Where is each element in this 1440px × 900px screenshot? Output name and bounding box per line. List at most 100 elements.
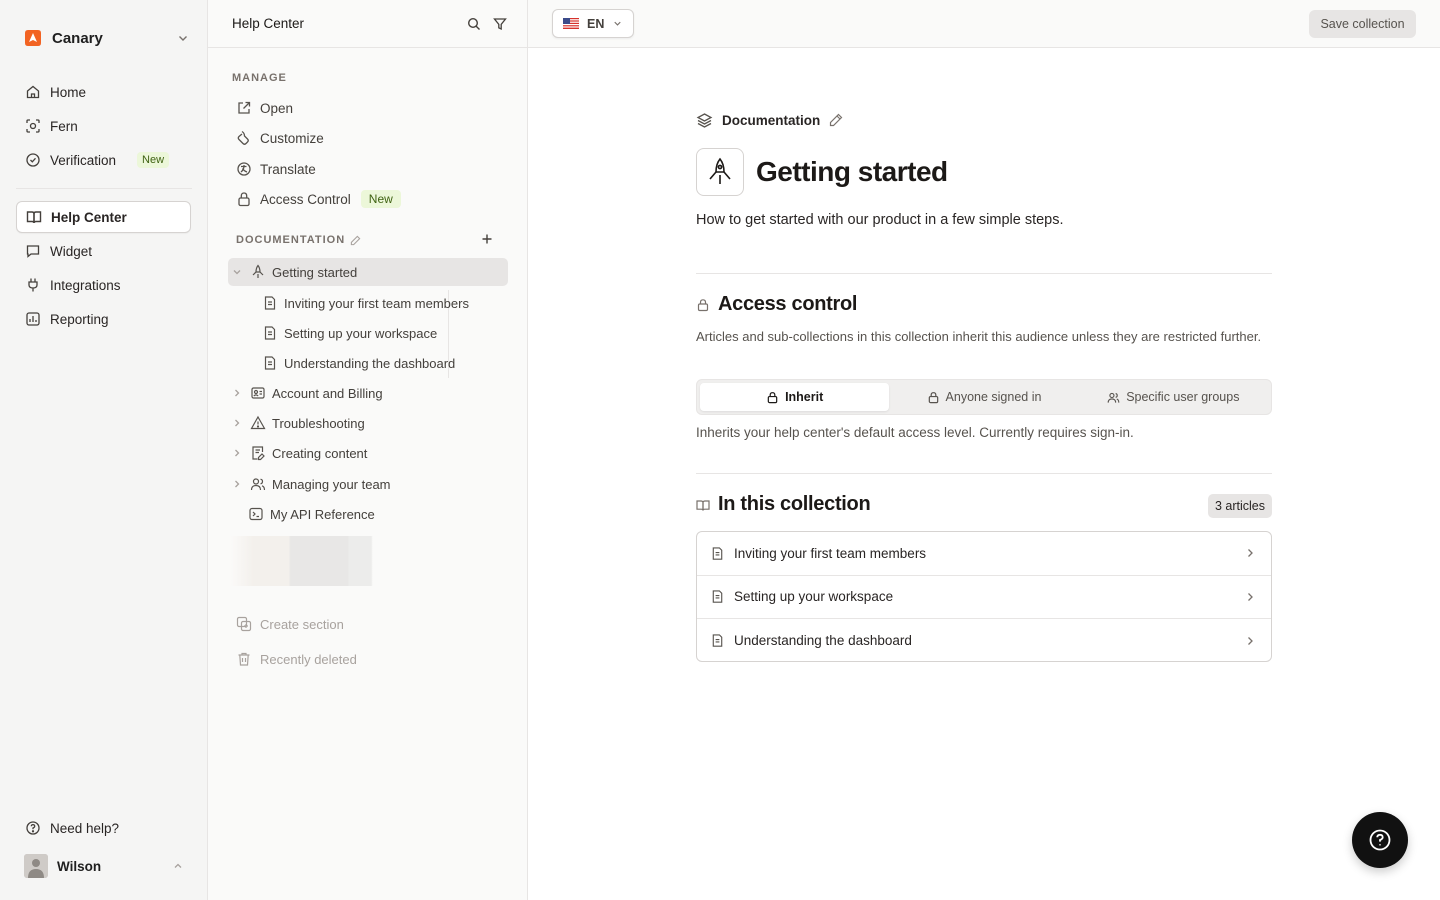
user-avatar-icon: [24, 854, 48, 878]
document-icon: [712, 547, 723, 560]
tree-article[interactable]: Inviting your first team members: [262, 289, 508, 317]
tree-api-reference[interactable]: My API Reference: [248, 500, 508, 528]
save-collection-button[interactable]: Save collection: [1309, 10, 1416, 38]
tree-collection-managing-team[interactable]: Managing your team: [228, 470, 508, 498]
canary-logo-icon: [25, 30, 41, 46]
id-card-icon: [251, 387, 265, 399]
tree-collection-troubleshooting[interactable]: Troubleshooting: [228, 409, 508, 437]
lock-icon: [697, 298, 709, 311]
pencil-icon[interactable]: [829, 113, 843, 127]
home-icon: [26, 85, 40, 99]
article-title: Inviting your first team members: [734, 545, 927, 561]
need-help-link[interactable]: Need help?: [16, 813, 191, 843]
nav-item-verification[interactable]: Verification New: [16, 145, 191, 175]
lock-icon: [767, 391, 778, 403]
external-link-icon: [238, 101, 251, 114]
lock-icon: [928, 391, 938, 403]
collection-contents-title: In this collection: [718, 493, 871, 515]
user-menu[interactable]: Wilson: [24, 854, 184, 878]
translate-icon: [237, 162, 251, 176]
document-icon: [264, 296, 276, 310]
nav-item-help-center[interactable]: Help Center: [16, 201, 191, 233]
nav-item-integrations[interactable]: Integrations: [16, 270, 191, 300]
tree-item-label: Account and Billing: [272, 385, 383, 401]
tree-item-label: Understanding the dashboard: [284, 355, 456, 371]
add-collection-button[interactable]: [480, 232, 494, 246]
collection-article-list: Inviting your first team members Setting…: [696, 531, 1272, 662]
collection-description[interactable]: How to get started with our product in a…: [696, 212, 1064, 228]
panel-title: Help Center: [232, 16, 305, 31]
manage-item-label: Open: [260, 100, 294, 116]
chevron-right-icon[interactable]: [230, 416, 244, 430]
users-icon: [1107, 392, 1120, 403]
list-item[interactable]: Setting up your workspace: [697, 576, 1271, 619]
workspace-switcher[interactable]: Canary: [16, 24, 192, 52]
nav-item-label: Home: [50, 84, 87, 100]
recently-deleted-label: Recently deleted: [260, 651, 357, 667]
warning-triangle-icon: [250, 415, 266, 430]
chevron-right-icon[interactable]: [230, 477, 244, 491]
help-chat-button[interactable]: [1352, 812, 1408, 868]
section-divider: [696, 473, 1272, 474]
chevron-down-icon[interactable]: [230, 265, 244, 279]
documentation-section-header: DOCUMENTATION: [236, 234, 361, 246]
chevron-right-icon[interactable]: [230, 446, 244, 460]
tree-collection-account-billing[interactable]: Account and Billing: [228, 379, 508, 407]
new-badge: New: [137, 152, 170, 168]
access-option-label: Anyone signed in: [945, 390, 1042, 404]
nav-item-widget[interactable]: Widget: [16, 236, 191, 266]
chevron-right-icon[interactable]: [230, 386, 244, 400]
tree-item-label: Getting started: [272, 264, 358, 280]
access-option-label: Inherit: [785, 390, 824, 404]
nav-item-label: Reporting: [50, 311, 109, 327]
layers-icon: [696, 112, 713, 128]
manage-item-open[interactable]: Open: [236, 94, 506, 122]
access-control-heading: Access control: [696, 293, 858, 316]
document-icon: [712, 634, 723, 647]
help-center-panel: Help Center MANAGE Open Customize Transl…: [208, 0, 528, 900]
book-open-icon: [26, 211, 42, 224]
article-count-badge: 3 articles: [1207, 494, 1272, 518]
trash-icon: [238, 652, 250, 666]
nav-item-fern[interactable]: Fern: [16, 111, 191, 141]
collection-icon-picker[interactable]: [696, 148, 744, 196]
language-label: EN: [587, 16, 605, 31]
filter-button[interactable]: [491, 15, 509, 33]
create-section-button[interactable]: Create section: [236, 612, 344, 636]
rocket-launch-icon: [709, 157, 731, 184]
add-section-icon: [236, 616, 252, 632]
breadcrumb-label[interactable]: Documentation: [722, 113, 820, 128]
access-option-specific-groups[interactable]: Specific user groups: [1079, 383, 1268, 411]
language-selector[interactable]: EN: [552, 9, 634, 38]
page-title[interactable]: Getting started: [756, 152, 948, 192]
nav-item-label: Widget: [50, 243, 93, 259]
tree-article[interactable]: Setting up your workspace: [262, 319, 508, 347]
tree-article[interactable]: Understanding the dashboard: [262, 349, 508, 377]
tree-collection-getting-started[interactable]: Getting started: [228, 258, 508, 286]
list-item[interactable]: Understanding the dashboard: [697, 619, 1271, 661]
plus-icon: [482, 234, 492, 244]
tree-collection-creating-content[interactable]: Creating content: [228, 439, 508, 467]
manage-item-customize[interactable]: Customize: [236, 124, 506, 152]
rocket-launch-icon: [252, 264, 264, 278]
us-flag-icon: [563, 18, 579, 29]
tree-item-label: My API Reference: [270, 506, 375, 522]
pencil-icon[interactable]: [350, 235, 361, 246]
create-section-label: Create section: [260, 616, 344, 632]
manage-item-access-control[interactable]: Access Control New: [236, 185, 506, 213]
check-circle-icon: [26, 153, 40, 167]
chevron-up-icon: [174, 863, 182, 868]
nav-item-reporting[interactable]: Reporting: [16, 304, 191, 334]
article-title: Setting up your workspace: [734, 589, 894, 605]
access-option-inherit[interactable]: Inherit: [700, 383, 890, 411]
tree-item-label: Managing your team: [272, 476, 391, 492]
access-option-anyone-signed-in[interactable]: Anyone signed in: [889, 383, 1078, 411]
search-button[interactable]: [465, 15, 483, 33]
list-item[interactable]: Inviting your first team members: [697, 532, 1271, 576]
nav-item-home[interactable]: Home: [16, 77, 191, 107]
manage-item-translate[interactable]: Translate: [236, 155, 506, 183]
access-level-note: Inherits your help center's default acce…: [696, 425, 1134, 440]
nav-item-label: Fern: [50, 118, 78, 134]
recently-deleted-button[interactable]: Recently deleted: [236, 647, 357, 671]
users-icon: [250, 478, 266, 491]
